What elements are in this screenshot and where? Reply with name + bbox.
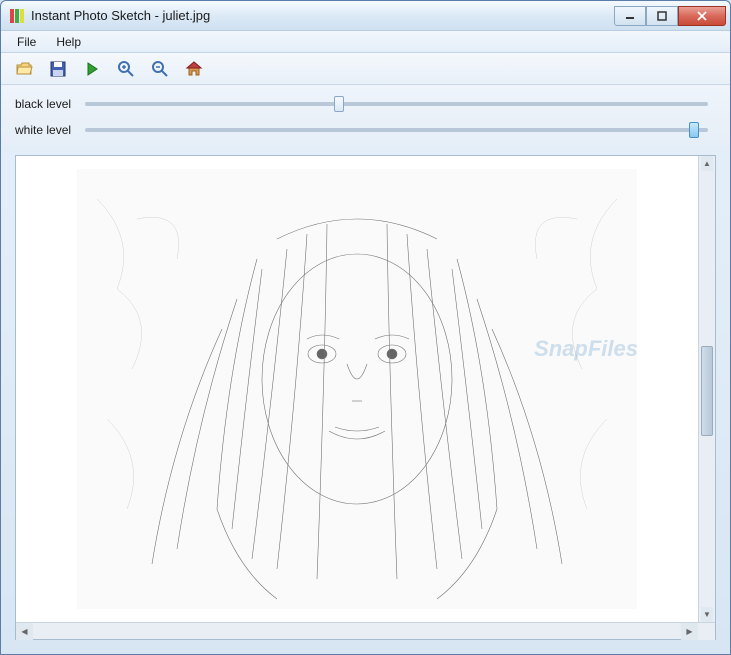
white-level-row: white level — [15, 117, 716, 143]
titlebar[interactable]: Instant Photo Sketch - juliet.jpg — [1, 1, 730, 31]
scroll-corner — [698, 623, 715, 640]
open-folder-icon — [15, 60, 33, 78]
sketch-content — [77, 169, 637, 609]
sketch-image — [77, 169, 637, 609]
toolbar — [1, 53, 730, 85]
run-button[interactable] — [81, 58, 103, 80]
save-button[interactable] — [47, 58, 69, 80]
minimize-button[interactable] — [614, 6, 646, 26]
black-level-label: black level — [15, 97, 77, 111]
black-level-row: black level — [15, 91, 716, 117]
content-area: SnapFiles ▲ ▼ ◀ ▶ — [15, 155, 716, 640]
save-floppy-icon — [49, 60, 67, 78]
home-icon — [185, 60, 203, 78]
horizontal-scroll-track[interactable] — [33, 623, 681, 639]
white-level-label: white level — [15, 123, 77, 137]
play-icon — [83, 60, 101, 78]
horizontal-scrollbar[interactable]: ◀ ▶ — [16, 622, 715, 639]
zoom-in-icon — [117, 60, 135, 78]
slider-panel: black level white level — [1, 85, 730, 145]
home-button[interactable] — [183, 58, 205, 80]
vertical-scrollbar[interactable]: ▲ ▼ — [698, 156, 715, 622]
maximize-button[interactable] — [646, 6, 678, 26]
menubar: File Help — [1, 31, 730, 53]
white-level-thumb[interactable] — [689, 122, 699, 138]
menu-file[interactable]: File — [9, 33, 44, 51]
vertical-scroll-thumb[interactable] — [701, 346, 713, 436]
black-level-slider[interactable] — [85, 102, 708, 106]
app-icon — [9, 8, 25, 24]
canvas-wrap: SnapFiles ▲ ▼ — [16, 156, 715, 622]
scroll-left-arrow[interactable]: ◀ — [16, 623, 33, 640]
zoom-out-button[interactable] — [149, 58, 171, 80]
black-level-thumb[interactable] — [334, 96, 344, 112]
menu-help[interactable]: Help — [48, 33, 89, 51]
image-canvas[interactable]: SnapFiles — [16, 156, 698, 622]
zoom-in-button[interactable] — [115, 58, 137, 80]
scroll-right-arrow[interactable]: ▶ — [681, 623, 698, 640]
scroll-up-arrow[interactable]: ▲ — [701, 156, 713, 171]
scroll-down-arrow[interactable]: ▼ — [701, 607, 713, 622]
open-button[interactable] — [13, 58, 35, 80]
white-level-slider[interactable] — [85, 128, 708, 132]
zoom-out-icon — [151, 60, 169, 78]
window-title: Instant Photo Sketch - juliet.jpg — [31, 8, 614, 23]
application-window: Instant Photo Sketch - juliet.jpg File H… — [0, 0, 731, 655]
close-button[interactable] — [678, 6, 726, 26]
window-controls — [614, 6, 726, 26]
